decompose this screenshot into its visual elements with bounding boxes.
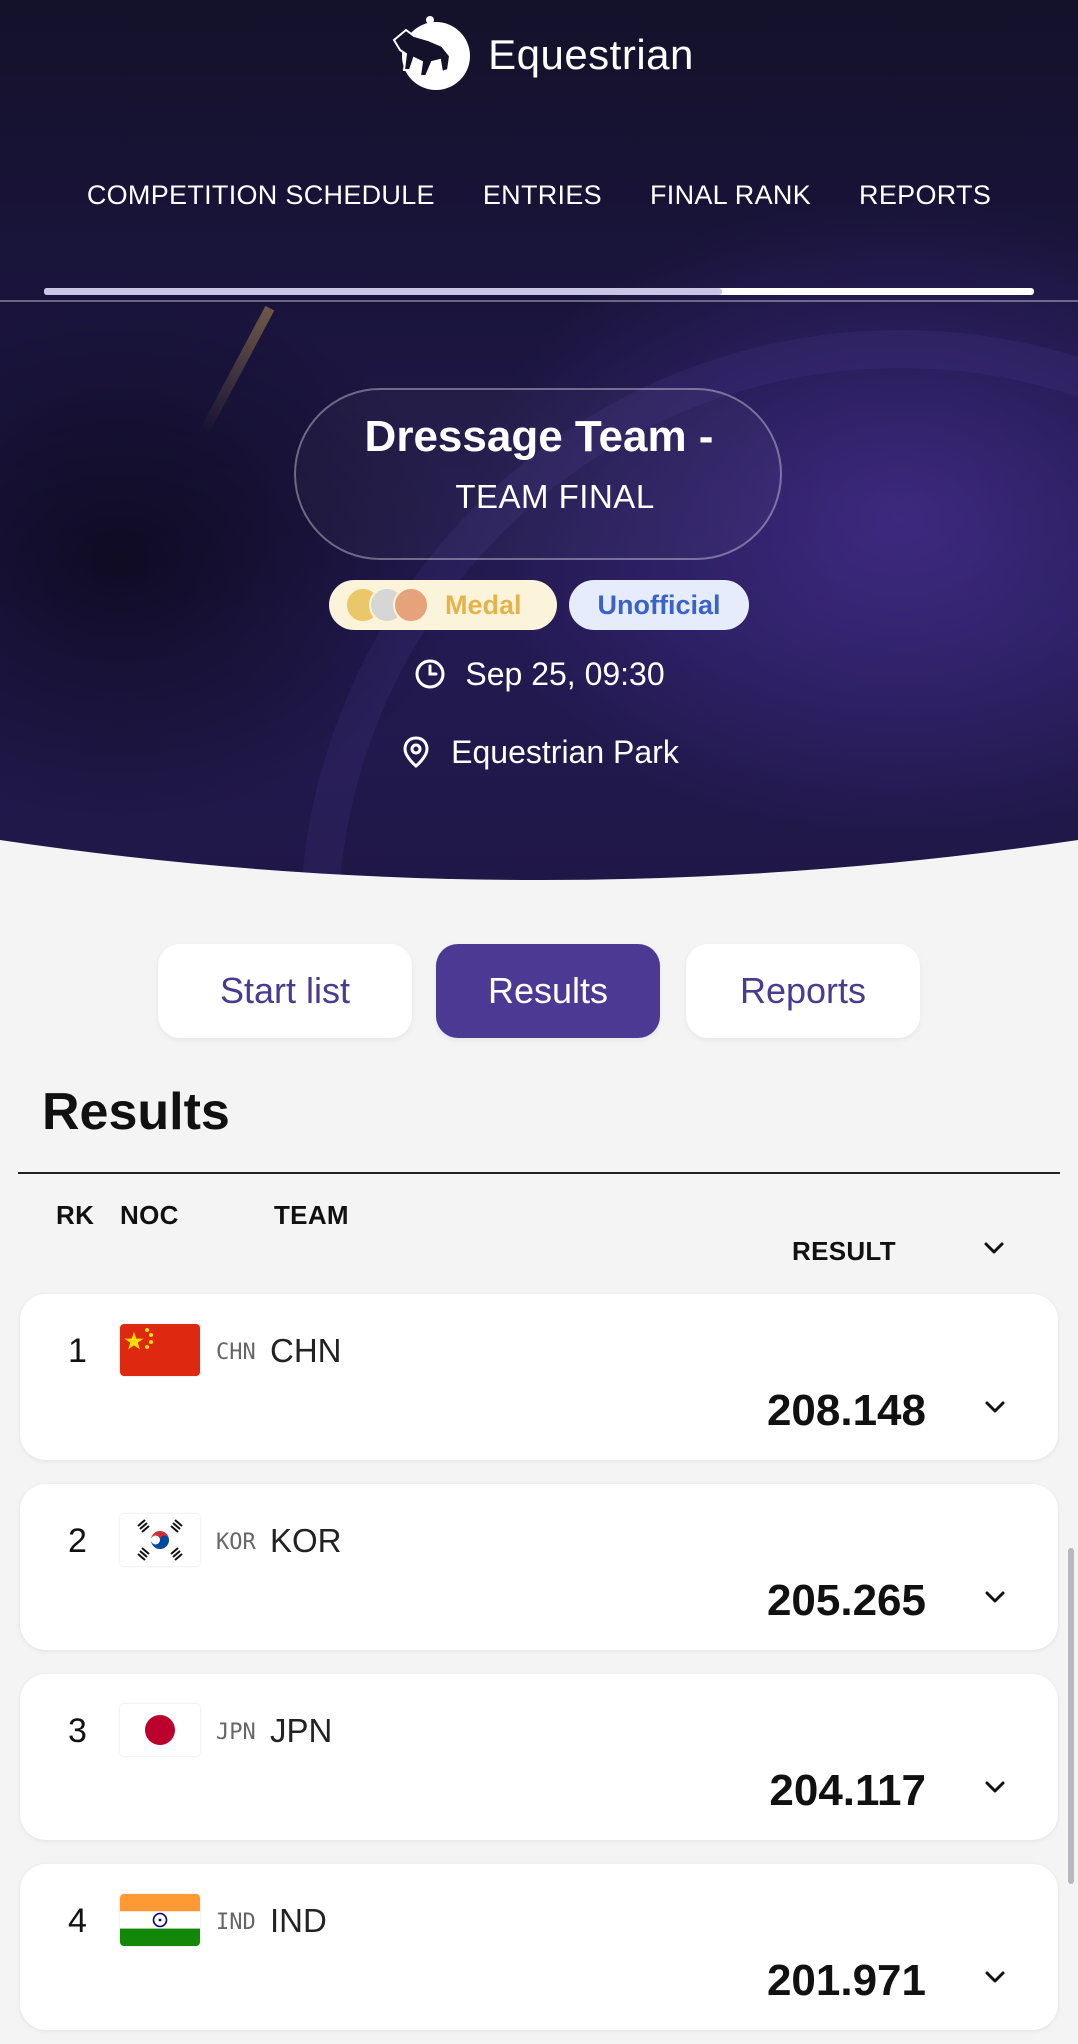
medal-badge: Medal [329,580,557,630]
row-team: JPN [270,1712,333,1749]
korea-flag-icon [120,1514,200,1566]
column-header-rank: RK [56,1200,95,1230]
results-divider [18,1172,1060,1174]
table-row[interactable]: 3 JPN JPN 204.117 [20,1674,1058,1840]
table-row[interactable]: 1 CHN CHN 208.148 [20,1294,1058,1460]
expand-chevron-down-icon[interactable] [980,1962,1010,1992]
india-flag-icon [120,1894,200,1946]
row-rank: 1 [68,1332,87,1370]
location-pin-icon [403,736,429,768]
event-datetime-text: Sep 25, 09:30 [465,655,665,692]
row-result: 201.971 [766,1956,926,2005]
japan-flag-icon [120,1704,200,1756]
expand-chevron-down-icon[interactable] [980,1582,1010,1612]
event-venue: Equestrian Park [0,730,1078,774]
app-header: Equestrian [0,0,1078,110]
expand-chevron-down-icon[interactable] [980,1772,1010,1802]
row-team: IND [270,1902,327,1939]
medal-badge-label: Medal [445,589,522,620]
expand-chevron-down-icon[interactable] [980,1392,1010,1422]
bronze-medal-icon [393,587,429,623]
equestrian-horse-icon [392,16,471,90]
event-datetime: Sep 25, 09:30 [0,652,1078,696]
sort-chevron-down-icon[interactable] [980,1234,1008,1262]
row-result: 205.265 [766,1576,926,1625]
results-title: Results [42,1083,230,1141]
page-scrollbar[interactable] [1068,1548,1074,1884]
tab-reports[interactable]: Reports [686,944,920,1038]
nav-competition-schedule[interactable]: COMPETITION SCHEDULE [87,180,435,220]
tab-start-list[interactable]: Start list [158,944,412,1038]
row-team: KOR [270,1522,342,1559]
top-navigation: COMPETITION SCHEDULE ENTRIES FINAL RANK … [0,180,1078,220]
row-rank: 4 [68,1902,87,1940]
row-noc-code: IND [216,1910,256,1935]
row-noc-code: CHN [216,1340,256,1365]
row-noc-code: JPN [216,1720,256,1745]
status-badge: Unofficial [569,580,749,630]
nav-entries[interactable]: ENTRIES [483,180,602,220]
nav-divider [0,300,1078,302]
event-venue-text: Equestrian Park [451,733,679,770]
event-subtitle: TEAM FINAL [455,478,655,515]
row-result: 208.148 [766,1386,926,1435]
china-flag-icon [120,1324,200,1376]
nav-reports[interactable]: REPORTS [859,180,991,220]
column-header-result: RESULT [792,1236,896,1266]
event-title: Dressage Team - [364,412,714,461]
table-row[interactable]: 4 IND IND 201.971 [20,1864,1058,2030]
event-badges: Medal Unofficial [0,580,1078,630]
app-title: Equestrian [488,31,694,78]
row-result: 204.117 [769,1766,926,1815]
column-header-noc: NOC [120,1200,179,1230]
column-header-team: TEAM [274,1200,349,1230]
nav-scroll-thumb[interactable] [44,288,722,295]
row-noc-code: KOR [216,1530,256,1555]
table-row[interactable]: 2 KOR KOR 205.265 [20,1484,1058,1650]
clock-icon [415,659,445,689]
row-team: CHN [270,1332,342,1369]
nav-final-rank[interactable]: FINAL RANK [650,180,811,220]
row-rank: 2 [68,1522,87,1560]
tab-results[interactable]: Results [436,944,660,1038]
row-rank: 3 [68,1712,87,1750]
